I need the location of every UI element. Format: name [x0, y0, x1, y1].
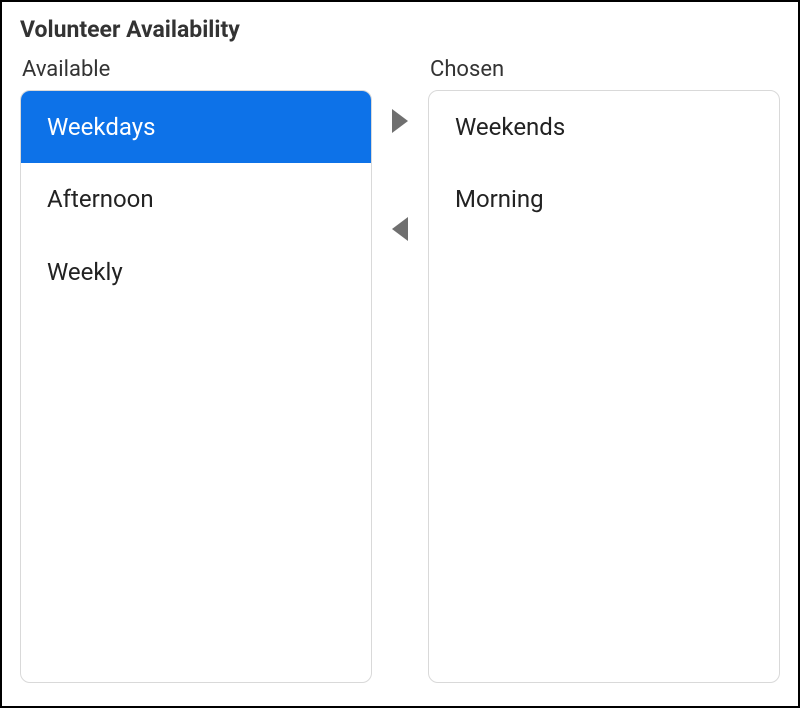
- chosen-label: Chosen: [428, 57, 780, 82]
- list-item[interactable]: Weekly: [21, 236, 371, 308]
- chevron-right-icon: [392, 109, 408, 133]
- move-right-button[interactable]: [386, 107, 414, 135]
- chosen-listbox[interactable]: WeekendsMorning: [428, 90, 780, 683]
- section-title: Volunteer Availability: [20, 16, 780, 43]
- available-column: Available WeekdaysAfternoonWeekly: [20, 57, 372, 683]
- picklist-row: Available WeekdaysAfternoonWeekly Chosen…: [20, 57, 780, 683]
- list-item[interactable]: Morning: [429, 163, 779, 235]
- transfer-controls: [372, 57, 428, 683]
- chosen-column: Chosen WeekendsMorning: [428, 57, 780, 683]
- list-item[interactable]: Weekdays: [21, 91, 371, 163]
- available-listbox[interactable]: WeekdaysAfternoonWeekly: [20, 90, 372, 683]
- move-left-button[interactable]: [386, 215, 414, 243]
- available-label: Available: [20, 57, 372, 82]
- chevron-left-icon: [392, 217, 408, 241]
- list-item[interactable]: Afternoon: [21, 163, 371, 235]
- list-item[interactable]: Weekends: [429, 91, 779, 163]
- dual-listbox-container: Volunteer Availability Available Weekday…: [0, 0, 800, 708]
